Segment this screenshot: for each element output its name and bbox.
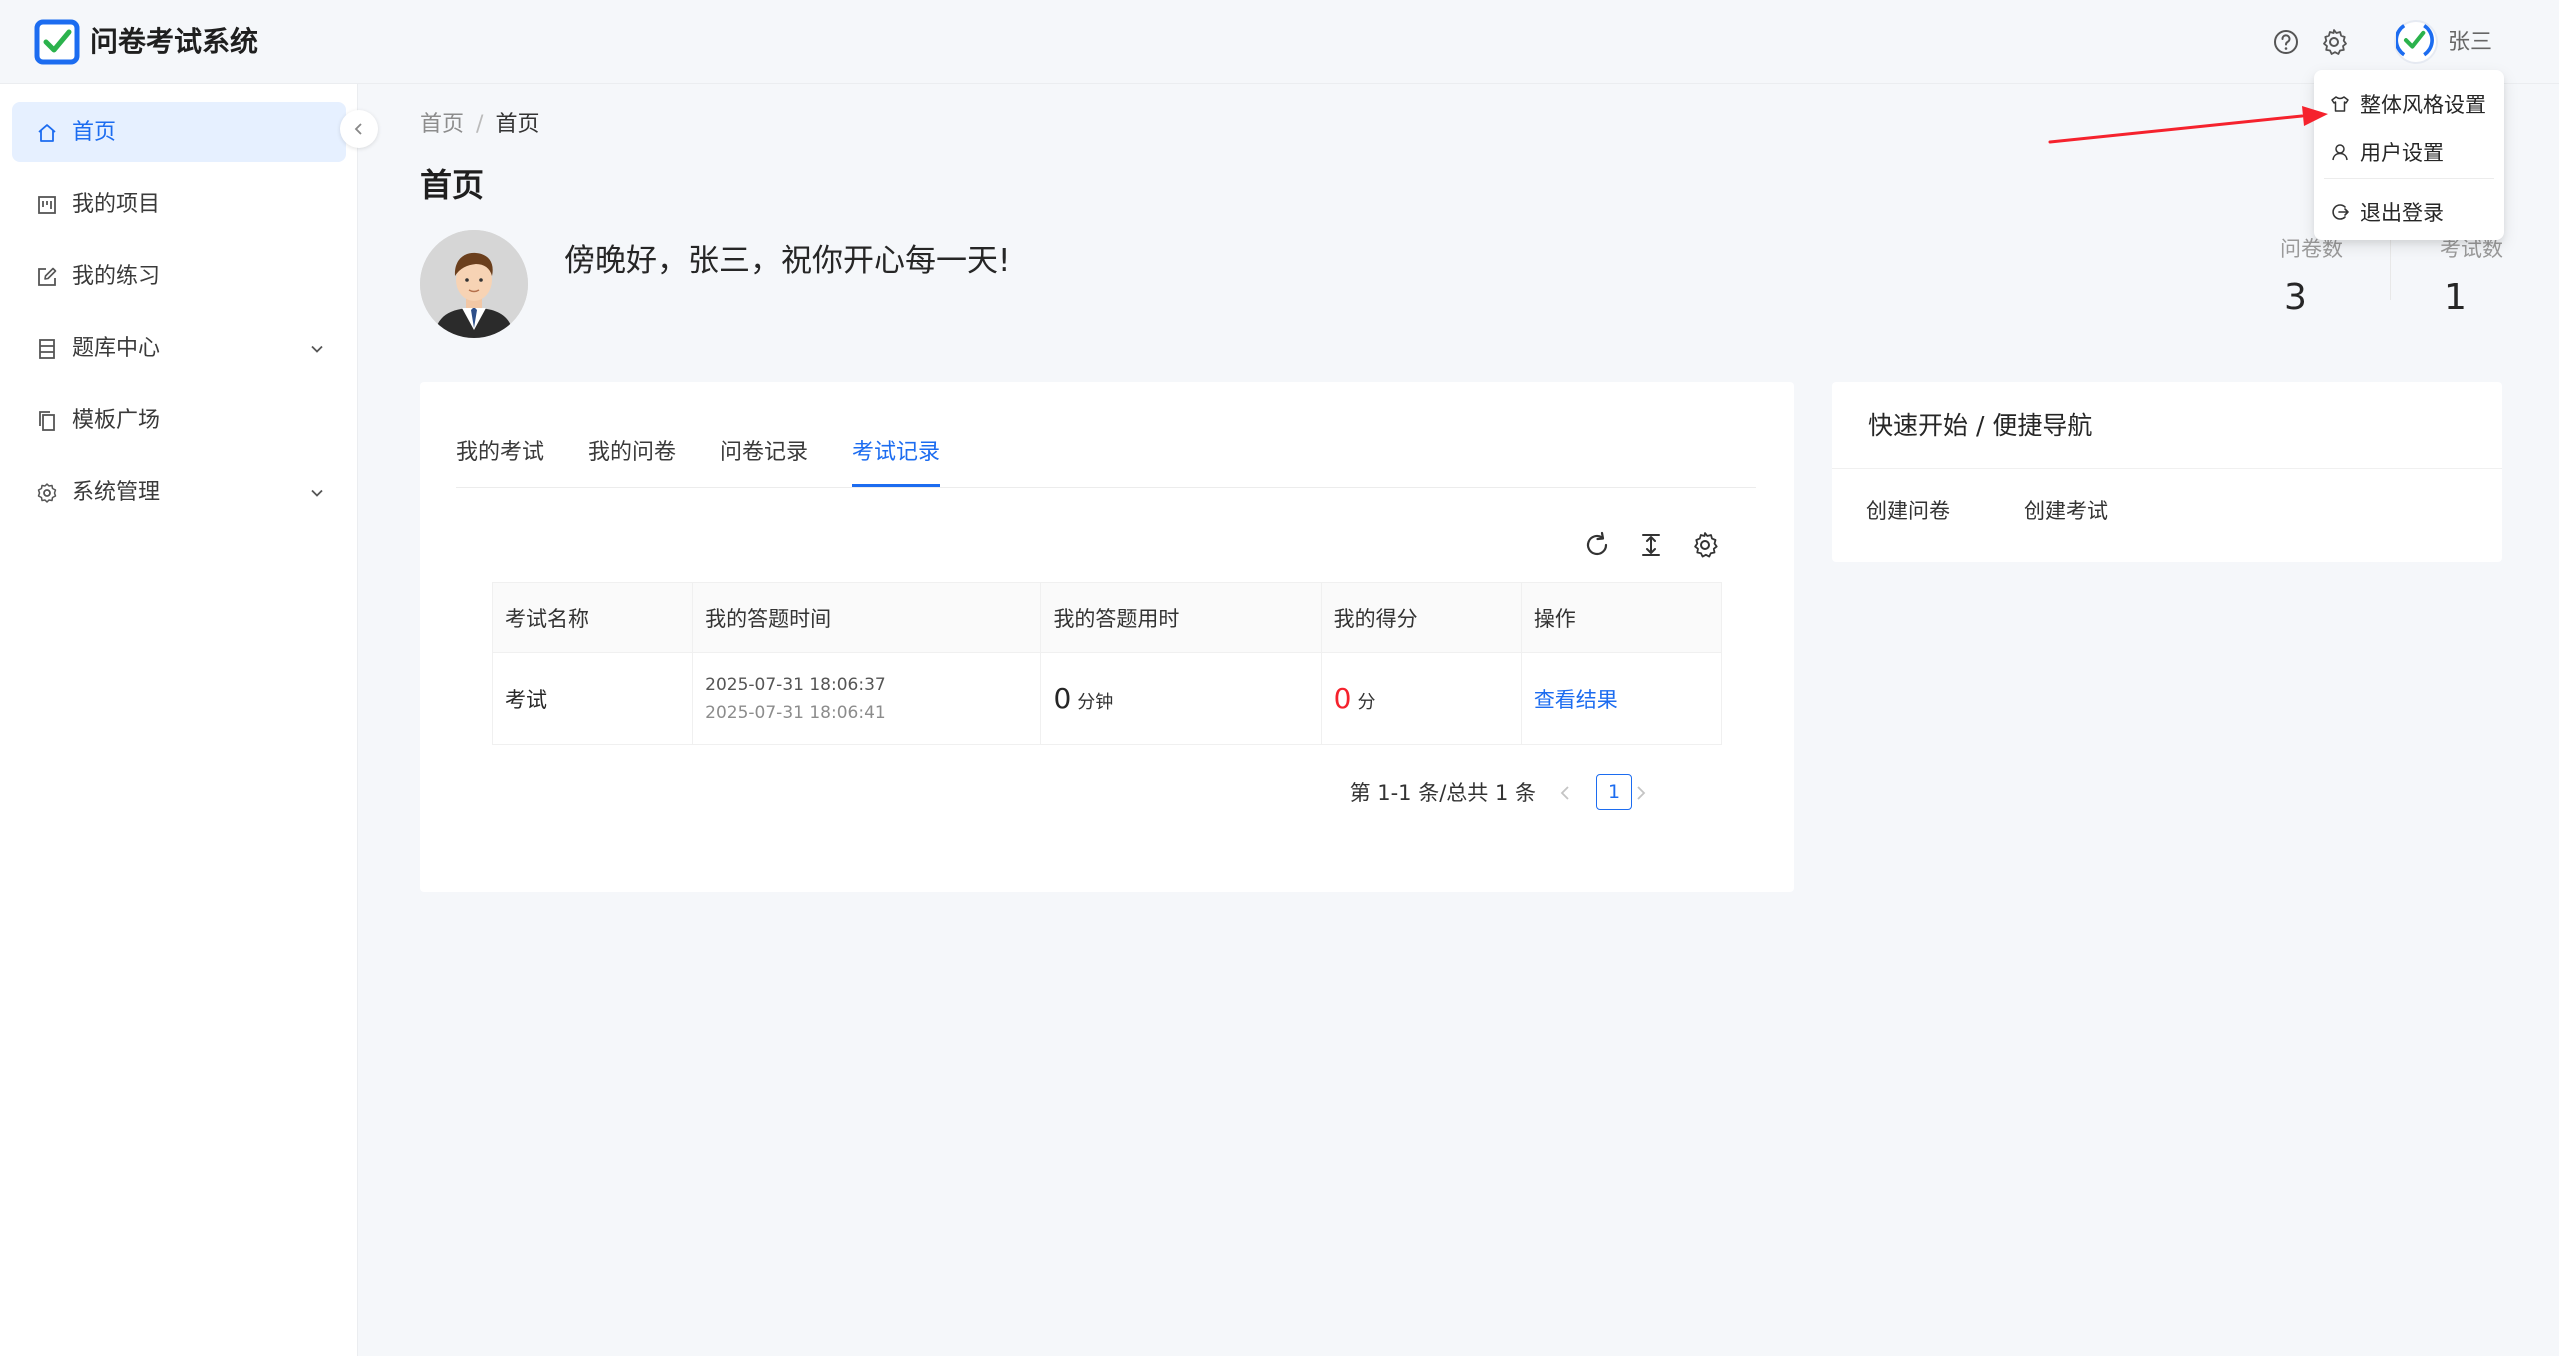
setting-icon [37,483,57,503]
project-icon [38,196,56,214]
page-title: 首页 [420,166,485,204]
column-header: 我的答题时间 [692,582,1042,653]
breadcrumb: 首页 / 首页 [420,110,539,140]
column-header: 我的答题用时 [1040,582,1322,653]
header-username[interactable]: 张三 [2448,28,2492,58]
database-icon [39,339,55,359]
edit-icon [38,267,57,286]
cell-answer-time: 2025-07-31 18:06:37 2025-07-31 18:06:41 [692,652,1042,745]
user-photo [420,230,528,338]
duration-value: 0 [1053,682,1072,715]
divider [1832,468,2502,469]
menu-item-logout[interactable]: 退出登录 [2314,190,2504,236]
exam-records-table: 考试名称 我的答题时间 我的答题用时 我的得分 操作 考试 2025-07-31… [492,582,1723,745]
records-card: 我的考试 我的问卷 问卷记录 考试记录 考试名称 我的答题时间 我的答题用时 我… [420,382,1794,892]
user-avatar[interactable] [2394,20,2438,64]
pagination-summary: 第 1-1 条/总共 1 条 [1349,781,1536,805]
chevron-left-icon [354,123,362,135]
cell-exam-name: 考试 [492,652,694,745]
stat-exam-count: 考试数 1 [2440,234,2503,324]
sidebar-item-label: 我的练习 [72,264,161,289]
app-title: 问卷考试系统 [90,25,259,58]
column-header: 考试名称 [492,582,694,653]
chevron-left-icon[interactable] [1554,782,1576,804]
sidebar-item-label: 题库中心 [72,336,161,361]
column-header: 操作 [1521,582,1723,653]
start-time: 2025-07-31 18:06:37 [705,674,886,695]
reload-icon[interactable] [1582,530,1612,560]
tab-survey-records[interactable]: 问卷记录 [720,438,808,484]
breadcrumb-separator: / [476,112,484,137]
greeting-text: 傍晚好，张三，祝你开心每一天! [564,243,1011,279]
menu-divider [2324,178,2494,179]
home-icon [38,124,56,142]
sidebar-item-question-bank[interactable]: 题库中心 [12,318,346,378]
chevron-down-icon [311,345,323,353]
sidebar: 首页 我的项目 我的练习 题库中心 模板广场 系统管理 [0,84,358,1356]
column-header: 我的得分 [1321,582,1522,653]
create-survey-link[interactable]: 创建问卷 [1866,496,1950,526]
chevron-down-icon [311,489,323,497]
create-exam-link[interactable]: 创建考试 [2024,496,2108,526]
quick-start-title: 快速开始 / 便捷导航 [1868,411,2093,440]
tab-my-exams[interactable]: 我的考试 [456,438,544,484]
stat-divider [2390,236,2391,300]
duration-unit: 分钟 [1077,692,1114,713]
sidebar-item-label: 系统管理 [72,480,161,505]
column-height-icon[interactable] [1636,530,1666,560]
stat-value: 3 [2284,277,2307,318]
view-result-link[interactable]: 查看结果 [1534,688,1618,712]
gear-icon[interactable] [2318,26,2350,58]
top-header: 问卷考试系统 张三 [0,0,2559,84]
menu-item-label: 整体风格设置 [2360,93,2486,117]
stat-survey-count: 问卷数 3 [2280,234,2343,324]
menu-item-label: 用户设置 [2360,141,2444,165]
table-row: 考试 2025-07-31 18:06:37 2025-07-31 18:06:… [492,652,1723,745]
sidebar-item-label: 我的项目 [72,192,161,217]
sidebar-item-label: 首页 [72,120,117,145]
logout-icon [2332,204,2349,220]
sidebar-item-system[interactable]: 系统管理 [12,462,346,522]
chevron-right-icon[interactable] [1630,782,1652,804]
end-time: 2025-07-31 18:06:41 [705,702,886,723]
menu-item-user-settings[interactable]: 用户设置 [2314,130,2504,176]
tab-my-surveys[interactable]: 我的问卷 [588,438,676,484]
user-dropdown-menu: 整体风格设置 用户设置 退出登录 [2314,70,2504,240]
app-logo [34,19,80,65]
breadcrumb-current: 首页 [495,112,540,137]
businessman-avatar-icon [420,230,528,338]
sidebar-item-templates[interactable]: 模板广场 [12,390,346,450]
avatar-logo-icon [2394,22,2434,58]
annotation-arrow-icon [2048,106,2328,144]
question-circle-icon[interactable] [2270,26,2302,58]
table-header-row: 考试名称 我的答题时间 我的答题用时 我的得分 操作 [492,582,1723,653]
tab-exam-records[interactable]: 考试记录 [852,438,941,487]
table-settings-icon[interactable] [1690,530,1720,560]
cell-score: 0分 [1321,652,1522,745]
quick-start-card: 快速开始 / 便捷导航 创建问卷 创建考试 [1832,382,2502,562]
sidebar-item-practice[interactable]: 我的练习 [12,246,346,306]
sidebar-item-projects[interactable]: 我的项目 [12,174,346,234]
stat-value: 1 [2444,277,2467,318]
sidebar-item-label: 模板广场 [72,408,161,433]
cell-duration: 0 分钟 [1040,652,1322,745]
copy-icon [39,411,55,431]
breadcrumb-root[interactable]: 首页 [420,112,464,137]
sidebar-collapse-button[interactable] [340,110,378,148]
sidebar-item-home[interactable]: 首页 [12,102,346,162]
menu-item-theme-settings[interactable]: 整体风格设置 [2314,82,2504,128]
score-unit: 分 [1357,692,1376,713]
score-value: 0 [1333,682,1352,715]
menu-item-label: 退出登录 [2360,201,2444,225]
cell-action: 查看结果 [1521,652,1723,745]
page-button-current[interactable]: 1 [1596,774,1632,810]
tab-bar: 我的考试 我的问卷 问卷记录 考试记录 [456,438,1756,488]
pagination: 第 1-1 条/总共 1 条 1 [420,774,1726,814]
